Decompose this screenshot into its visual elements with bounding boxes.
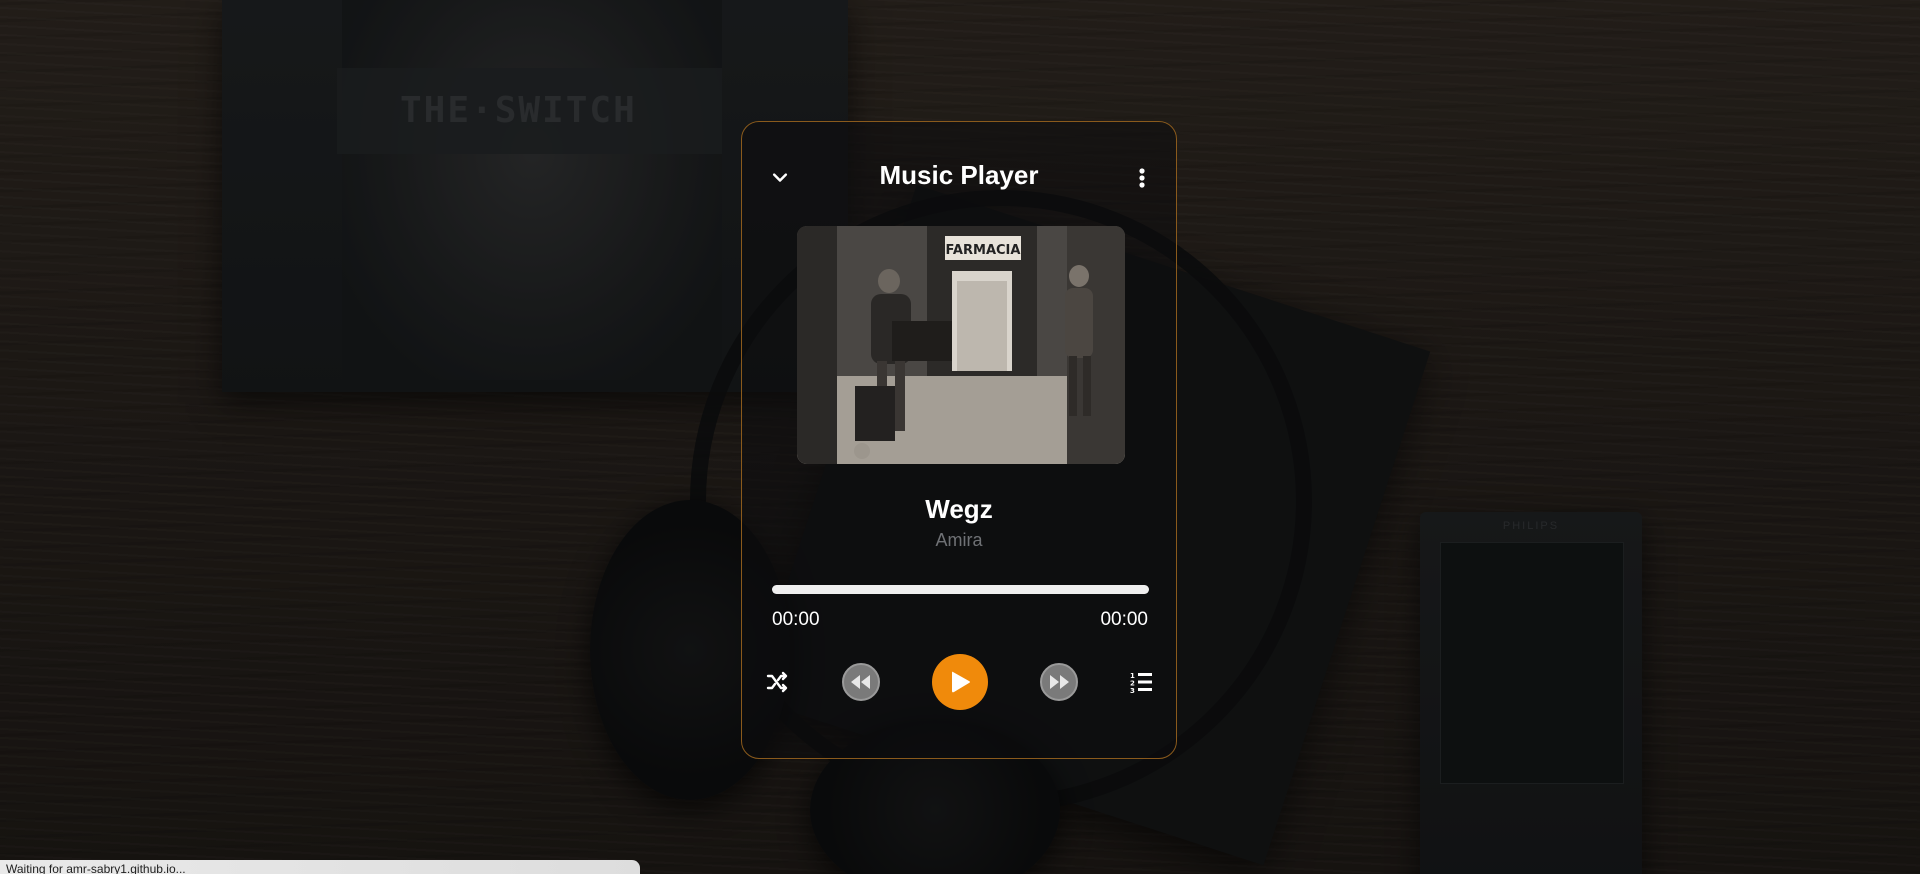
- music-player-card: Music Player FARMACIA Wegz Amira 00:00 0…: [741, 121, 1177, 759]
- svg-text:3: 3: [1130, 687, 1135, 693]
- playlist-button[interactable]: 1 2 3: [1126, 667, 1156, 697]
- more-options-button[interactable]: [1128, 164, 1156, 192]
- fast-forward-button[interactable]: [1040, 663, 1078, 701]
- rewind-button[interactable]: [842, 663, 880, 701]
- player-title: Music Player: [879, 160, 1039, 190]
- more-vertical-icon: [1139, 168, 1145, 188]
- playback-controls: 1 2 3: [742, 652, 1176, 712]
- player-header: Music Player: [742, 156, 1176, 196]
- play-icon: [952, 671, 970, 693]
- song-title: Wegz: [925, 494, 993, 524]
- current-time: 00:00: [772, 609, 820, 630]
- album-cover-image: FARMACIA: [797, 226, 1125, 464]
- artist-name: Amira: [935, 530, 983, 550]
- play-button[interactable]: [932, 654, 988, 710]
- playlist-icon: 1 2 3: [1130, 672, 1152, 693]
- rewind-icon: [851, 675, 870, 689]
- progress-bar[interactable]: [772, 585, 1149, 594]
- cover-sign-text: FARMACIA: [946, 243, 1021, 258]
- fast-forward-icon: [1050, 675, 1069, 689]
- shuffle-icon: [766, 671, 788, 693]
- total-duration: 00:00: [1100, 609, 1148, 630]
- browser-status-bar: Waiting for amr-sabry1.github.io...: [0, 860, 640, 874]
- shuffle-button[interactable]: [762, 667, 792, 697]
